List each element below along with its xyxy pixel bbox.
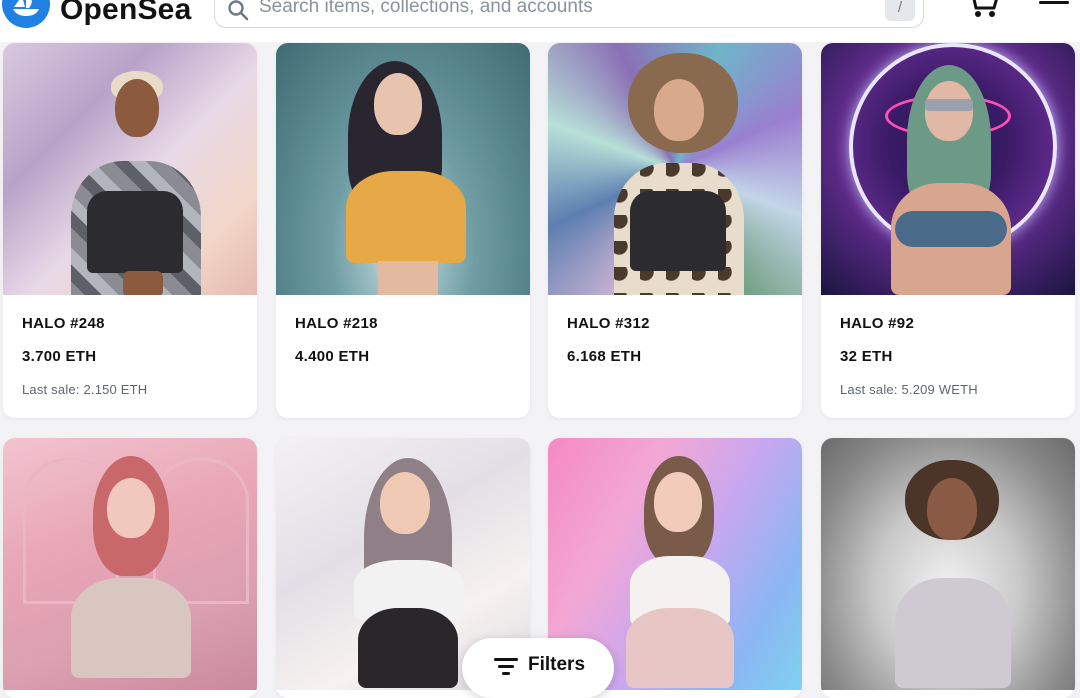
- nft-image: [3, 43, 257, 295]
- opensea-logo[interactable]: OpenSea: [0, 0, 191, 28]
- nft-price: 3.700 ETH: [22, 348, 97, 365]
- nft-card[interactable]: [3, 438, 257, 698]
- menu-button[interactable]: [1036, 0, 1072, 20]
- search-icon: [228, 0, 249, 21]
- filters-button[interactable]: Filters: [462, 638, 614, 698]
- nft-card[interactable]: HALO #92 32 ETH Last sale: 5.209 WETH: [821, 43, 1075, 418]
- nft-name: HALO #218: [295, 315, 378, 332]
- search-shortcut-badge: /: [885, 0, 915, 21]
- nft-image: [821, 43, 1075, 295]
- filters-label: Filters: [528, 654, 586, 675]
- nft-name: HALO #92: [840, 315, 915, 332]
- nft-name: HALO #312: [567, 315, 650, 332]
- nft-last-sale: Last sale: 2.150 ETH: [22, 382, 148, 397]
- nft-card[interactable]: HALO #218 4.400 ETH: [276, 43, 530, 418]
- nft-last-sale: Last sale: 5.209 WETH: [840, 382, 978, 397]
- nft-image: [3, 438, 257, 690]
- cart-icon: [972, 0, 998, 17]
- filter-icon: [494, 658, 518, 675]
- nft-card[interactable]: [821, 438, 1075, 698]
- top-nav-bar: OpenSea /: [0, 0, 1080, 42]
- opensea-logo-icon: [2, 0, 50, 28]
- nft-price: 6.168 ETH: [567, 348, 642, 365]
- nft-image: [276, 43, 530, 295]
- nft-card[interactable]: HALO #248 3.700 ETH Last sale: 2.150 ETH: [3, 43, 257, 418]
- cart-button[interactable]: [962, 0, 1002, 20]
- search-input[interactable]: [257, 0, 861, 19]
- logo-wordmark: OpenSea: [60, 0, 192, 26]
- nft-card[interactable]: HALO #312 6.168 ETH: [548, 43, 802, 418]
- nft-image: [821, 438, 1075, 690]
- nft-image: [548, 43, 802, 295]
- nft-price: 32 ETH: [840, 348, 893, 365]
- search-bar[interactable]: /: [214, 0, 924, 28]
- nft-price: 4.400 ETH: [295, 348, 370, 365]
- nft-name: HALO #248: [22, 315, 105, 332]
